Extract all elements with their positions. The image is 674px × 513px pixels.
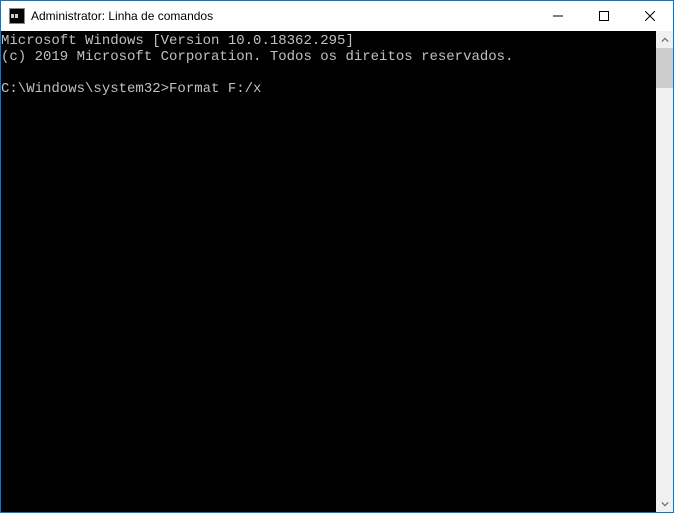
maximize-button[interactable] [581, 1, 627, 31]
maximize-icon [599, 11, 609, 21]
cmd-icon [9, 8, 25, 24]
version-line: Microsoft Windows [Version 10.0.18362.29… [1, 33, 354, 49]
prompt-text: C:\Windows\system32> [1, 81, 169, 97]
chevron-down-icon [661, 500, 669, 508]
console-output[interactable]: Microsoft Windows [Version 10.0.18362.29… [1, 31, 656, 512]
window-controls [535, 1, 673, 31]
command-text: Format F:/x [169, 81, 261, 97]
minimize-button[interactable] [535, 1, 581, 31]
minimize-icon [553, 11, 563, 21]
command-prompt-window: Administrator: Linha de comandos Microso… [0, 0, 674, 513]
scrollbar-thumb[interactable] [656, 48, 673, 88]
titlebar[interactable]: Administrator: Linha de comandos [1, 1, 673, 31]
window-title: Administrator: Linha de comandos [31, 9, 535, 23]
chevron-up-icon [661, 36, 669, 44]
close-button[interactable] [627, 1, 673, 31]
scroll-up-button[interactable] [656, 31, 673, 48]
vertical-scrollbar[interactable] [656, 31, 673, 512]
scroll-down-button[interactable] [656, 495, 673, 512]
console-area: Microsoft Windows [Version 10.0.18362.29… [1, 31, 673, 512]
copyright-line: (c) 2019 Microsoft Corporation. Todos os… [1, 49, 513, 65]
close-icon [645, 11, 655, 21]
scrollbar-track[interactable] [656, 48, 673, 495]
